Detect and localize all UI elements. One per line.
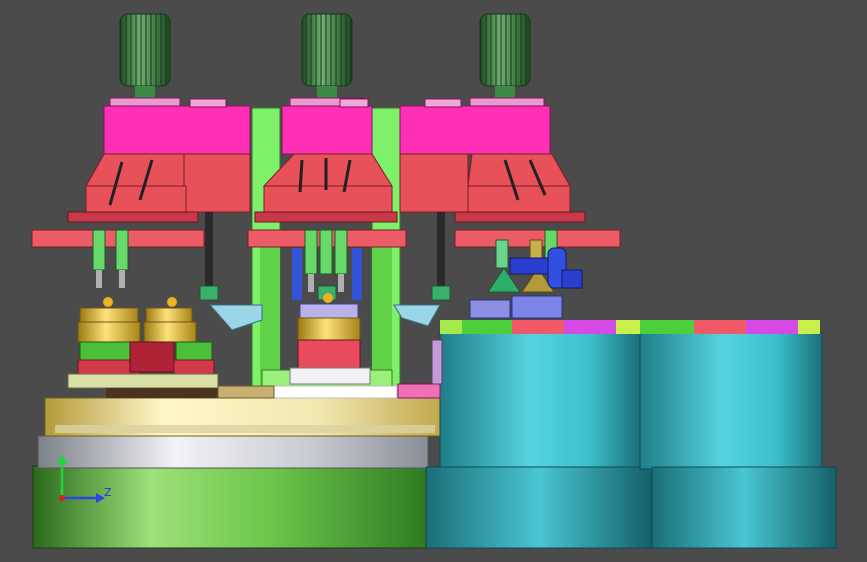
drum-top-ring-segments — [440, 320, 820, 334]
machine-base[interactable] — [32, 397, 441, 549]
fixture-center[interactable] — [289, 293, 371, 385]
machine-assembly-model[interactable]: Z — [0, 0, 867, 562]
axis-z-label: Z — [104, 486, 112, 499]
center-plate — [271, 385, 398, 399]
rotary-drum-right[interactable] — [639, 332, 837, 549]
cad-3d-viewport[interactable]: Z — [0, 0, 867, 562]
rotary-drum-left[interactable] — [425, 332, 653, 549]
